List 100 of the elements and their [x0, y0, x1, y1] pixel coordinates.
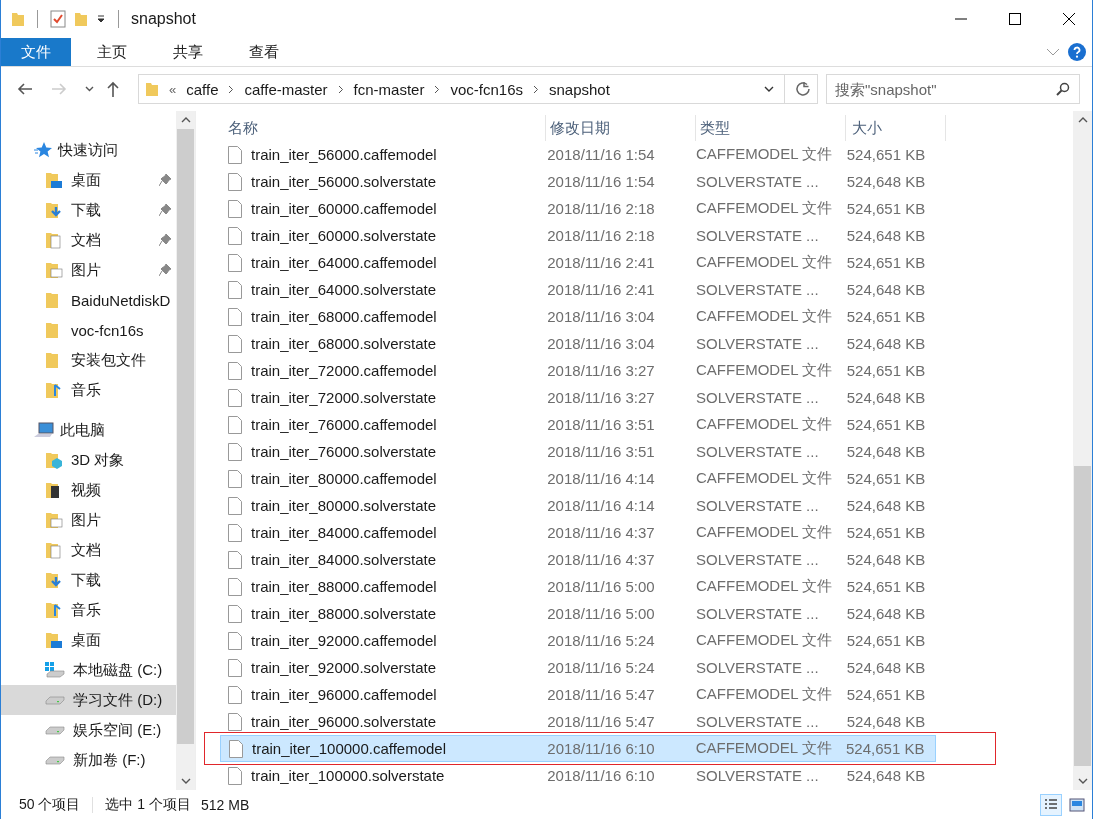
pin-icon[interactable]: [159, 174, 171, 186]
sidebar-item[interactable]: voc-fcn16s: [1, 315, 176, 345]
file-row[interactable]: train_iter_100000.solverstate 2018/11/16 6:10 SOLVERSTATE ... 524,648 KB: [220, 762, 936, 789]
file-row[interactable]: train_iter_72000.solverstate 2018/11/16 3:27 SOLVERSTATE ... 524,648 KB: [220, 384, 936, 411]
close-icon[interactable]: [1063, 13, 1075, 25]
properties-icon[interactable]: [50, 10, 66, 28]
sidebar-item[interactable]: 新加卷 (F:): [1, 745, 176, 775]
breadcrumb[interactable]: fcn-master: [353, 80, 425, 98]
sidebar-item[interactable]: 桌面: [1, 625, 176, 655]
column-header[interactable]: 类型: [696, 115, 846, 141]
dropdown-icon[interactable]: [764, 86, 774, 92]
sidebar-item[interactable]: 桌面: [1, 165, 176, 195]
chevron-right-icon[interactable]: [228, 84, 235, 94]
breadcrumb[interactable]: caffe-master: [244, 80, 328, 98]
help-icon[interactable]: [1068, 43, 1086, 61]
maximize-icon[interactable]: [1009, 13, 1021, 25]
ribbon-tab[interactable]: 主页: [77, 38, 147, 66]
file-row[interactable]: train_iter_88000.solverstate 2018/11/16 5:00 SOLVERSTATE ... 524,648 KB: [220, 600, 936, 627]
file-row[interactable]: train_iter_68000.solverstate 2018/11/16 3:04 SOLVERSTATE ... 524,648 KB: [220, 330, 936, 357]
size-cell-text: 524,651 KB: [845, 740, 926, 757]
type-cell-text: SOLVERSTATE ...: [695, 281, 820, 298]
sidebar-item[interactable]: 快速访问: [1, 135, 176, 165]
file-icon: [228, 523, 242, 542]
sidebar-item[interactable]: 安装包文件: [1, 345, 176, 375]
size-cell-text: 524,651 KB: [845, 308, 927, 325]
overflow-chevron[interactable]: «: [169, 81, 177, 97]
sidebar-item[interactable]: 下载: [1, 195, 176, 225]
sidebar-item[interactable]: 此电脑: [1, 415, 176, 445]
scrollbar[interactable]: [176, 111, 195, 790]
dropdown-icon[interactable]: [96, 14, 106, 24]
file-row[interactable]: train_iter_56000.caffemodel 2018/11/16 1:54 CAFFEMODEL 文件 524,651 KB: [220, 141, 936, 168]
chevron-right-icon[interactable]: [533, 84, 539, 94]
back-arrow-icon[interactable]: [17, 82, 33, 96]
breadcrumb[interactable]: snapshot: [549, 80, 610, 98]
pin-icon[interactable]: [159, 204, 171, 216]
ribbon-tab[interactable]: 查看: [229, 38, 299, 66]
date-cell-text: 2018/11/16 5:00: [546, 578, 656, 595]
scrollbar[interactable]: [1073, 111, 1092, 790]
file-row[interactable]: train_iter_84000.solverstate 2018/11/16 4:37 SOLVERSTATE ... 524,648 KB: [220, 546, 936, 573]
ribbon-tab[interactable]: 文件: [1, 38, 71, 66]
chevron-right-icon[interactable]: [434, 84, 441, 94]
sidebar-item[interactable]: 学习文件 (D:): [1, 685, 176, 715]
sidebar-item[interactable]: BaiduNetdiskD: [1, 285, 176, 315]
sidebar-item[interactable]: 音乐: [1, 595, 176, 625]
search-icon[interactable]: [1056, 82, 1070, 96]
pin-icon[interactable]: [159, 234, 171, 246]
file-row[interactable]: train_iter_68000.caffemodel 2018/11/16 3:04 CAFFEMODEL 文件 524,651 KB: [220, 303, 936, 330]
file-row[interactable]: train_iter_60000.solverstate 2018/11/16 2:18 SOLVERSTATE ... 524,648 KB: [220, 222, 936, 249]
search-field[interactable]: 搜索"snapshot": [826, 74, 1080, 104]
file-row[interactable]: train_iter_64000.solverstate 2018/11/16 2:41 SOLVERSTATE ... 524,648 KB: [220, 276, 936, 303]
scrollbar-thumb[interactable]: [1074, 466, 1091, 766]
type-cell-text: SOLVERSTATE ...: [695, 497, 820, 514]
file-row[interactable]: train_iter_100000.caffemodel 2018/11/16 6:10 CAFFEMODEL 文件 524,651 KB: [220, 735, 936, 762]
file-icon: [228, 550, 242, 569]
file-row[interactable]: train_iter_92000.solverstate 2018/11/16 5:24 SOLVERSTATE ... 524,648 KB: [220, 654, 936, 681]
file-row[interactable]: train_iter_80000.caffemodel 2018/11/16 4:14 CAFFEMODEL 文件 524,651 KB: [220, 465, 936, 492]
sidebar-item[interactable]: 娱乐空间 (E:): [1, 715, 176, 745]
expand-ribbon-icon[interactable]: [1046, 48, 1060, 56]
file-row[interactable]: train_iter_56000.solverstate 2018/11/16 1:54 SOLVERSTATE ... 524,648 KB: [220, 168, 936, 195]
file-icon: [228, 145, 242, 164]
file-row[interactable]: train_iter_76000.caffemodel 2018/11/16 3:51 CAFFEMODEL 文件 524,651 KB: [220, 411, 936, 438]
column-header[interactable]: 名称: [220, 115, 546, 141]
file-row[interactable]: train_iter_92000.caffemodel 2018/11/16 5:24 CAFFEMODEL 文件 524,651 KB: [220, 627, 936, 654]
file-row[interactable]: train_iter_96000.caffemodel 2018/11/16 5:47 CAFFEMODEL 文件 524,651 KB: [220, 681, 936, 708]
scroll-up-icon[interactable]: [1077, 117, 1088, 123]
file-row[interactable]: train_iter_84000.caffemodel 2018/11/16 4:37 CAFFEMODEL 文件 524,651 KB: [220, 519, 936, 546]
file-row[interactable]: train_iter_72000.caffemodel 2018/11/16 3:27 CAFFEMODEL 文件 524,651 KB: [220, 357, 936, 384]
breadcrumb[interactable]: voc-fcn16s: [450, 80, 523, 98]
up-arrow-icon[interactable]: [106, 81, 120, 97]
file-row[interactable]: train_iter_80000.solverstate 2018/11/16 4:14 SOLVERSTATE ... 524,648 KB: [220, 492, 936, 519]
file-row[interactable]: train_iter_76000.solverstate 2018/11/16 3:51 SOLVERSTATE ... 524,648 KB: [220, 438, 936, 465]
date-cell-text: 2018/11/16 3:51: [546, 416, 656, 433]
sidebar-item[interactable]: 音乐: [1, 375, 176, 405]
refresh-icon[interactable]: [795, 81, 811, 97]
sidebar-item[interactable]: 本地磁盘 (C:): [1, 655, 176, 685]
file-row[interactable]: train_iter_88000.caffemodel 2018/11/16 5:00 CAFFEMODEL 文件 524,651 KB: [220, 573, 936, 600]
file-row[interactable]: train_iter_64000.caffemodel 2018/11/16 2:41 CAFFEMODEL 文件 524,651 KB: [220, 249, 936, 276]
ribbon-tab[interactable]: 共享: [153, 38, 223, 66]
sidebar-item[interactable]: 文档: [1, 535, 176, 565]
column-header[interactable]: 修改日期: [546, 115, 696, 141]
sidebar-item[interactable]: 文档: [1, 225, 176, 255]
scroll-down-icon[interactable]: [1077, 778, 1088, 784]
address-bar[interactable]: « caffe caffe-master fcn-master voc-fcn16s snapshot: [138, 74, 818, 104]
scrollbar-thumb[interactable]: [177, 129, 194, 744]
date-cell-text: 2018/11/16 5:00: [546, 605, 656, 622]
sidebar-item[interactable]: 下载: [1, 565, 176, 595]
sidebar-item[interactable]: 图片: [1, 255, 176, 285]
pin-icon[interactable]: [159, 264, 171, 276]
chevron-right-icon[interactable]: [337, 84, 344, 94]
sidebar-item[interactable]: 图片: [1, 505, 176, 535]
sidebar-item[interactable]: 3D 对象: [1, 445, 176, 475]
breadcrumb[interactable]: caffe: [186, 80, 219, 98]
scroll-up-icon[interactable]: [180, 117, 191, 123]
type-cell-text: SOLVERSTATE ...: [695, 443, 820, 460]
file-row[interactable]: train_iter_96000.solverstate 2018/11/16 5:47 SOLVERSTATE ... 524,648 KB: [220, 708, 936, 735]
scroll-down-icon[interactable]: [180, 778, 191, 784]
file-row[interactable]: train_iter_60000.caffemodel 2018/11/16 2:18 CAFFEMODEL 文件 524,651 KB: [220, 195, 936, 222]
column-header[interactable]: 大小: [846, 115, 946, 141]
sidebar-item[interactable]: 视频: [1, 475, 176, 505]
recent-locations-icon[interactable]: [85, 86, 94, 92]
